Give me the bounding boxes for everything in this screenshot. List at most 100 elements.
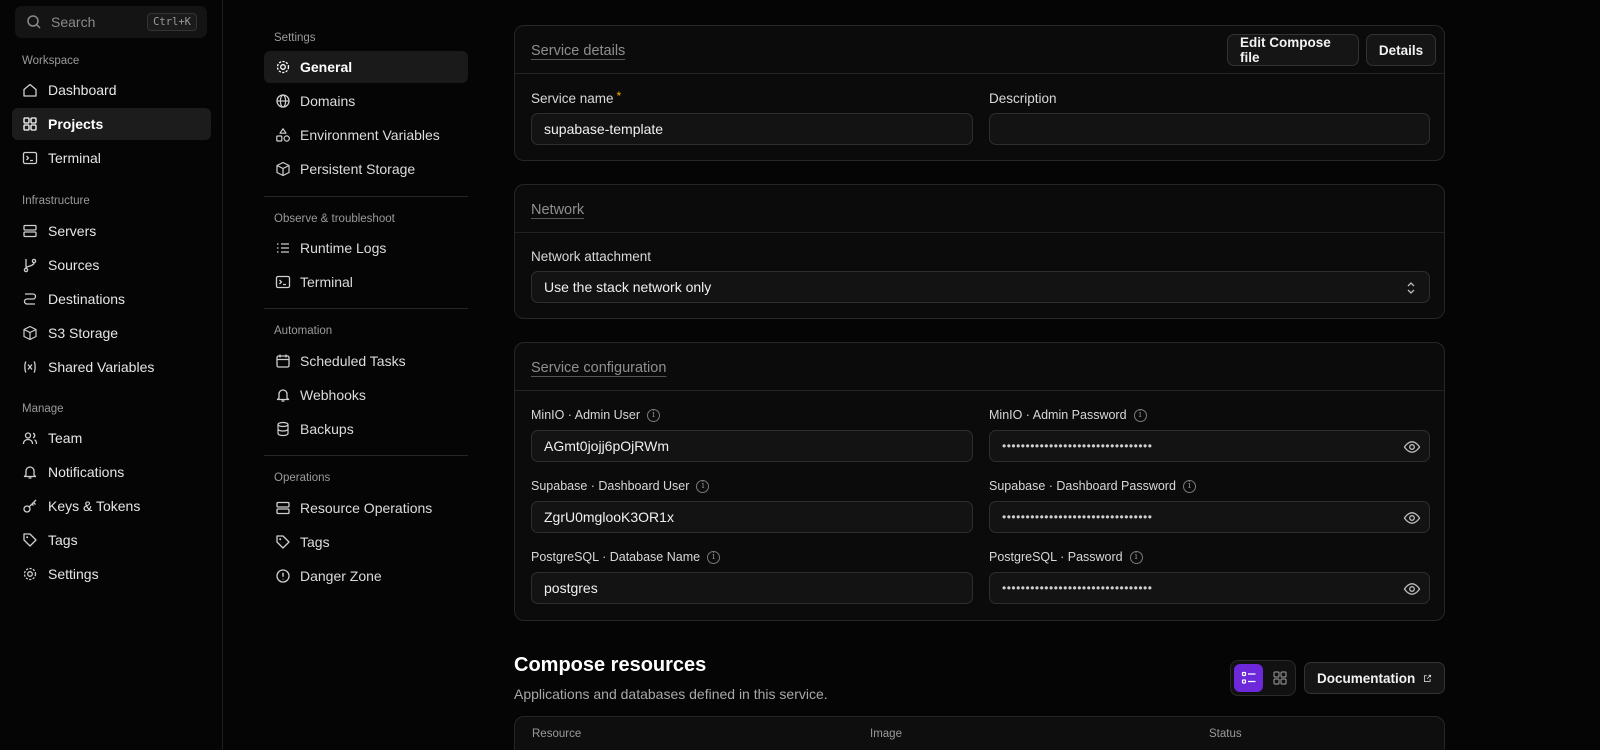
minio-admin-password-input[interactable]: ••••••••••••••••••••••••••••••••	[989, 430, 1430, 462]
details-button[interactable]: Details	[1366, 34, 1436, 66]
sidebar-item-label: Dashboard	[48, 82, 117, 98]
description-input[interactable]	[989, 113, 1430, 145]
sidebar-item-label: Terminal	[48, 150, 101, 166]
info-icon[interactable]: i	[1133, 408, 1147, 422]
view-toggle	[1230, 660, 1296, 696]
route-icon	[21, 290, 39, 308]
sidebar-item-destinations[interactable]: Destinations	[12, 283, 211, 315]
settings-nav-divider	[264, 308, 468, 309]
grid-icon	[1272, 671, 1287, 685]
config-field-label: PostgreSQL · Password i	[989, 550, 1143, 564]
list-icon	[274, 240, 291, 257]
home-icon	[21, 81, 39, 99]
description-label: Description	[989, 91, 1057, 106]
info-icon[interactable]: i	[1182, 479, 1196, 493]
settings-nav-domains[interactable]: Domains	[264, 85, 468, 117]
settings-nav-terminal[interactable]: Terminal	[264, 266, 468, 298]
grid-view-button[interactable]	[1265, 664, 1294, 692]
settings-nav-group-automation: Automation	[274, 325, 333, 337]
settings-nav-runtime-logs[interactable]: Runtime Logs	[264, 232, 468, 264]
info-icon[interactable]: i	[696, 479, 710, 493]
column-header-status: Status	[1209, 728, 1242, 740]
settings-nav-resource-operations[interactable]: Resource Operations	[264, 492, 468, 524]
minio-admin-user-input[interactable]: AGmt0jojj6pOjRWm	[531, 430, 973, 462]
alert-circle-icon	[274, 568, 291, 585]
settings-nav-tags[interactable]: Tags	[264, 526, 468, 558]
sidebar-item-label: Servers	[48, 223, 97, 239]
settings-nav-persistent-storage[interactable]: Persistent Storage	[264, 153, 468, 185]
gear-icon	[274, 59, 291, 76]
settings-nav-label: Scheduled Tasks	[300, 353, 406, 369]
git-branch-icon	[21, 256, 39, 274]
sidebar-item-sources[interactable]: Sources	[12, 249, 211, 281]
service-configuration-card: Service configuration MinIO · Admin User…	[514, 342, 1445, 621]
sidebar-item-s3-storage[interactable]: S3 Storage	[12, 317, 211, 349]
postgresql-password-input[interactable]: ••••••••••••••••••••••••••••••••	[989, 572, 1430, 604]
info-icon[interactable]: i	[647, 408, 661, 422]
sidebar-item-servers[interactable]: Servers	[12, 215, 211, 247]
card-title: Network	[531, 202, 585, 218]
tag-icon	[21, 531, 39, 549]
settings-nav-scheduled-tasks[interactable]: Scheduled Tasks	[264, 345, 468, 377]
password-mask: ••••••••••••••••••••••••••••••••	[1002, 581, 1153, 595]
database-icon	[274, 421, 291, 438]
eye-icon[interactable]	[1403, 509, 1421, 527]
bell-icon	[274, 387, 291, 404]
config-field-label-text: PostgreSQL · Database Name	[531, 550, 701, 564]
config-field-label-text: MinIO · Admin Password	[989, 408, 1127, 422]
sidebar-item-projects[interactable]: Projects	[12, 108, 211, 140]
config-field-label: Supabase · Dashboard Password i	[989, 479, 1196, 493]
shapes-icon	[274, 127, 291, 144]
info-icon[interactable]: i	[1129, 550, 1143, 564]
column-header-resource: Resource	[532, 728, 582, 740]
sidebar-item-tags[interactable]: Tags	[12, 524, 211, 556]
config-field-label: MinIO · Admin User i	[531, 408, 661, 422]
settings-nav-label: Danger Zone	[300, 568, 382, 584]
network-attachment-select[interactable]: Use the stack network only	[531, 271, 1430, 303]
sidebar-item-terminal[interactable]: Terminal	[12, 142, 211, 174]
settings-nav-label: Terminal	[300, 274, 353, 290]
settings-nav-general[interactable]: General	[264, 51, 468, 83]
bell-icon	[21, 463, 39, 481]
settings-nav-divider	[264, 455, 468, 456]
sidebar-item-keys-tokens[interactable]: Keys & Tokens	[12, 490, 211, 522]
info-icon[interactable]: i	[707, 550, 721, 564]
network-card: Network Network attachment Use the stack…	[514, 184, 1445, 319]
sidebar-item-dashboard[interactable]: Dashboard	[12, 74, 211, 106]
service-name-input[interactable]: supabase-template	[531, 113, 973, 145]
eye-icon[interactable]	[1403, 438, 1421, 456]
sidebar-item-team[interactable]: Team	[12, 422, 211, 454]
service-name-label-text: Service name	[531, 91, 614, 106]
required-mark: *	[616, 88, 622, 103]
settings-nav-group-settings: Settings	[274, 32, 316, 44]
settings-nav-label: Persistent Storage	[300, 161, 416, 177]
eye-icon[interactable]	[1403, 580, 1421, 598]
compose-resources-table-header: Resource Image Status	[514, 716, 1445, 750]
card-title: Service configuration	[531, 360, 667, 376]
supabase-dashboard-user-input[interactable]: ZgrU0mglooK3OR1x	[531, 501, 973, 533]
documentation-button[interactable]: Documentation	[1304, 662, 1445, 694]
sidebar-section-infrastructure: Infrastructure	[22, 195, 90, 207]
supabase-dashboard-password-input[interactable]: ••••••••••••••••••••••••••••••••	[989, 501, 1430, 533]
password-mask: ••••••••••••••••••••••••••••••••	[1002, 439, 1153, 453]
settings-nav-environment-variables[interactable]: Environment Variables	[264, 119, 468, 151]
sidebar-item-shared-variables[interactable]: Shared Variables	[12, 351, 211, 383]
edit-compose-file-button[interactable]: Edit Compose file	[1227, 34, 1359, 66]
sidebar-item-label: Destinations	[48, 291, 126, 307]
search-icon	[25, 14, 42, 31]
search-box[interactable]: Search Ctrl+K	[15, 6, 207, 38]
config-field-label-text: Supabase · Dashboard Password	[989, 479, 1176, 493]
list-view-button[interactable]	[1234, 664, 1263, 692]
search-shortcut: Ctrl+K	[147, 13, 197, 31]
settings-nav-danger-zone[interactable]: Danger Zone	[264, 560, 468, 592]
sidebar-item-settings[interactable]: Settings	[12, 558, 211, 590]
settings-nav-backups[interactable]: Backups	[264, 413, 468, 445]
password-mask: ••••••••••••••••••••••••••••••••	[1002, 510, 1153, 524]
config-field-label: Supabase · Dashboard User i	[531, 479, 710, 493]
postgresql-database-name-input[interactable]: postgres	[531, 572, 973, 604]
sidebar-item-label: Notifications	[48, 464, 125, 480]
search-placeholder: Search	[51, 14, 96, 30]
terminal-icon	[274, 274, 291, 291]
settings-nav-webhooks[interactable]: Webhooks	[264, 379, 468, 411]
sidebar-item-notifications[interactable]: Notifications	[12, 456, 211, 488]
